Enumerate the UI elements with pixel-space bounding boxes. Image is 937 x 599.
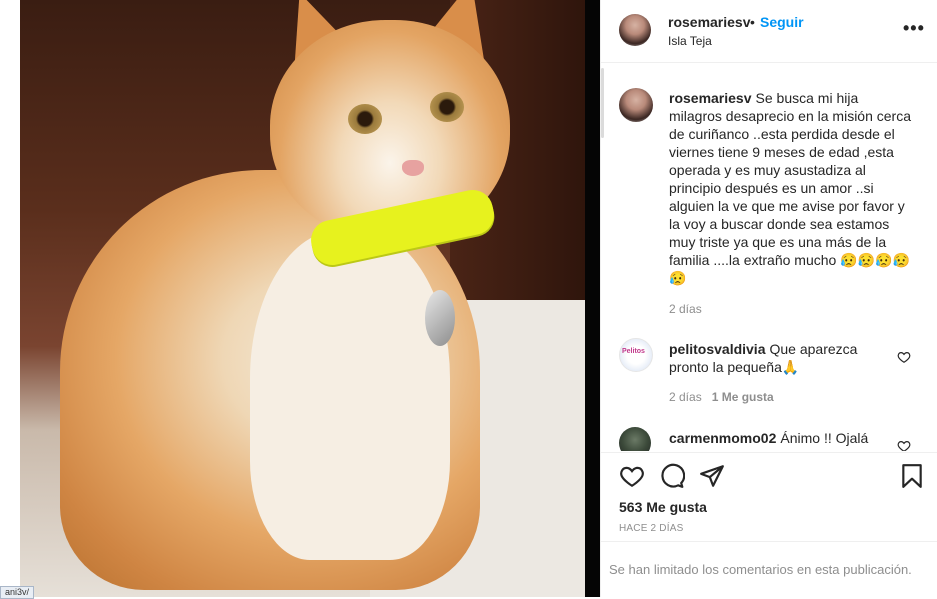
comment-icon[interactable] xyxy=(659,463,685,489)
comment-text-block: pelitosvaldivia Que aparezca pronto la pe… xyxy=(669,340,884,376)
paper-plane-icon[interactable] xyxy=(699,463,725,489)
commenter-avatar[interactable] xyxy=(619,427,651,451)
comment-text-block: carmenmomo02 Ánimo !! Ojalá xyxy=(669,429,884,447)
post-photo[interactable] xyxy=(20,0,585,597)
cat-nose xyxy=(402,160,424,176)
caption-username[interactable]: rosemariesv xyxy=(669,90,752,106)
comments-limited-notice: Se han limitado los comentarios en esta … xyxy=(601,541,937,598)
author-username[interactable]: rosemariesv xyxy=(668,14,751,30)
page-margin xyxy=(0,0,20,597)
comment-timestamp[interactable]: 2 días xyxy=(669,390,702,404)
post-header: rosemariesv • Seguir Isla Teja ••• xyxy=(601,0,937,63)
comment-like-heart-icon[interactable] xyxy=(897,439,911,451)
cat-collar-tag xyxy=(425,290,455,346)
comment-like-heart-icon[interactable] xyxy=(897,350,911,364)
bookmark-icon[interactable] xyxy=(899,463,925,489)
caption-author-avatar[interactable] xyxy=(619,88,653,122)
comment-likes[interactable]: 1 Me gusta xyxy=(712,390,774,404)
post-location[interactable]: Isla Teja xyxy=(668,34,712,48)
comment-username[interactable]: pelitosvaldivia xyxy=(669,341,765,357)
caption-timestamp[interactable]: 2 días xyxy=(669,302,702,316)
follow-button[interactable]: Seguir xyxy=(760,14,804,30)
post-side-panel: rosemariesv • Seguir Isla Teja ••• rosem… xyxy=(600,0,937,597)
heart-icon[interactable] xyxy=(619,463,645,489)
comment-meta: 2 días 1 Me gusta xyxy=(669,390,774,404)
commenter-avatar-logo: Pelitos xyxy=(622,348,645,355)
post-actions: 563 Me gusta HACE 2 DÍAS xyxy=(601,452,937,541)
cat-eye-left xyxy=(348,104,382,134)
cat-chest xyxy=(250,230,450,560)
caption-text-block: rosemariesv Se busca mi hija milagros des… xyxy=(669,89,914,287)
more-options-icon[interactable]: ••• xyxy=(903,18,925,39)
comments-limited-text: Se han limitado los comentarios en esta … xyxy=(609,562,912,577)
post-media[interactable] xyxy=(0,0,600,597)
author-avatar[interactable] xyxy=(619,14,651,46)
commenter-avatar[interactable]: Pelitos xyxy=(619,338,653,372)
comments-list[interactable]: rosemariesv Se busca mi hija milagros des… xyxy=(601,63,937,451)
comment-text: Ánimo !! Ojalá xyxy=(780,430,869,446)
media-edge xyxy=(585,0,600,597)
post-timestamp[interactable]: HACE 2 DÍAS xyxy=(619,523,683,534)
likes-count[interactable]: 563 Me gusta xyxy=(619,499,707,515)
cat-eye-right xyxy=(430,92,464,122)
header-separator: • xyxy=(750,14,755,30)
comment-username[interactable]: carmenmomo02 xyxy=(669,430,776,446)
status-url-tooltip: ani3v/ xyxy=(0,586,35,599)
comments-scrollbar[interactable] xyxy=(601,68,604,138)
caption-text: Se busca mi hija milagros desaprecio en … xyxy=(669,90,911,286)
